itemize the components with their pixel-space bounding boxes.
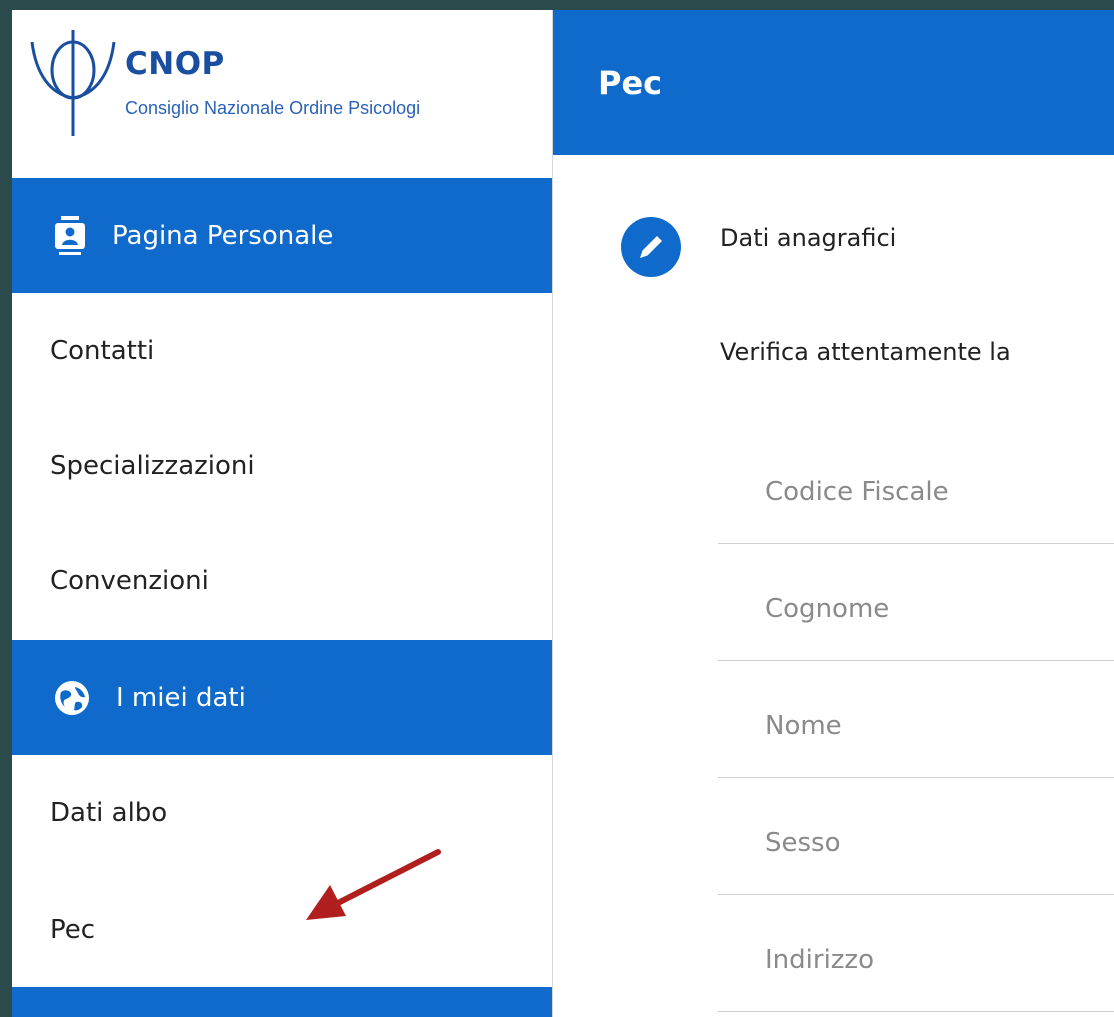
field-label: Nome [765,711,842,741]
id-badge-icon [54,215,86,256]
sidebar-item-dati-albo[interactable]: Dati albo [12,755,552,870]
sidebar-section-next[interactable] [12,987,552,1017]
field-indirizzo[interactable]: Indirizzo [718,895,1114,1012]
sidebar-item-specializzazioni[interactable]: Specializzazioni [12,408,552,523]
page-title: Pec [598,63,663,102]
field-label: Cognome [765,594,890,624]
field-label: Codice Fiscale [765,477,949,507]
sidebar-item-pec[interactable]: Pec [12,872,552,987]
psi-logo-icon [30,30,116,136]
pencil-icon[interactable] [620,216,682,278]
field-nome[interactable]: Nome [718,661,1114,778]
app-window: CNOP Consiglio Nazionale Ordine Psicolog… [12,10,1114,1017]
sidebar-section-i-miei-dati[interactable]: I miei dati [12,640,552,755]
field-sesso[interactable]: Sesso [718,778,1114,895]
logo[interactable]: CNOP Consiglio Nazionale Ordine Psicolog… [12,10,552,179]
sidebar-section-label: I miei dati [116,682,246,713]
sidebar-section-label: Pagina Personale [112,220,334,251]
sidebar: CNOP Consiglio Nazionale Ordine Psicolog… [12,10,553,1017]
sidebar-item-convenzioni[interactable]: Convenzioni [12,523,552,638]
field-label: Indirizzo [765,945,874,975]
sidebar-section-pagina-personale[interactable]: Pagina Personale [12,178,552,293]
field-label: Sesso [765,828,841,858]
verify-instruction: Verifica attentamente la [720,338,1011,366]
section-title: Dati anagrafici [720,224,897,252]
globe-icon [54,680,90,716]
logo-title: CNOP [125,46,225,82]
field-cognome[interactable]: Cognome [718,544,1114,661]
field-codice-fiscale[interactable]: Codice Fiscale [718,427,1114,544]
logo-subtitle: Consiglio Nazionale Ordine Psicologi [125,98,421,118]
main-content: Pec Dati anagrafici Verifica attentament… [553,10,1114,1017]
sidebar-item-contatti[interactable]: Contatti [12,293,552,408]
page-header: Pec [553,10,1114,155]
